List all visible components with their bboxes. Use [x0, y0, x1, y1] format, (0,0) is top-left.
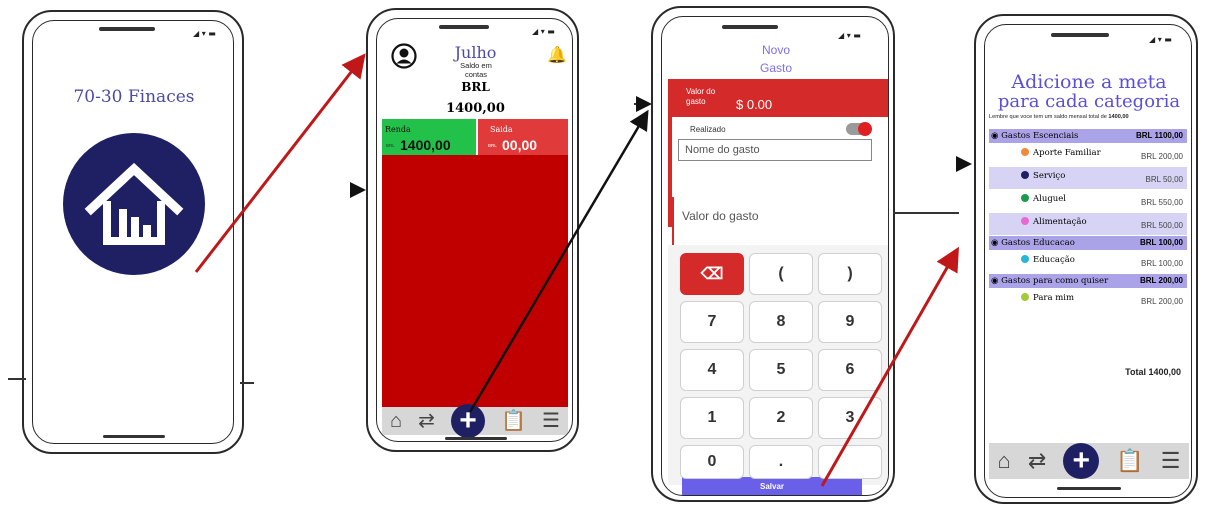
flow-arrows [194, 53, 972, 487]
arrow-splash-to-dashboard [194, 53, 366, 273]
arrow-add-to-new-expense [468, 109, 649, 413]
arrow-save-to-goals [820, 246, 959, 487]
